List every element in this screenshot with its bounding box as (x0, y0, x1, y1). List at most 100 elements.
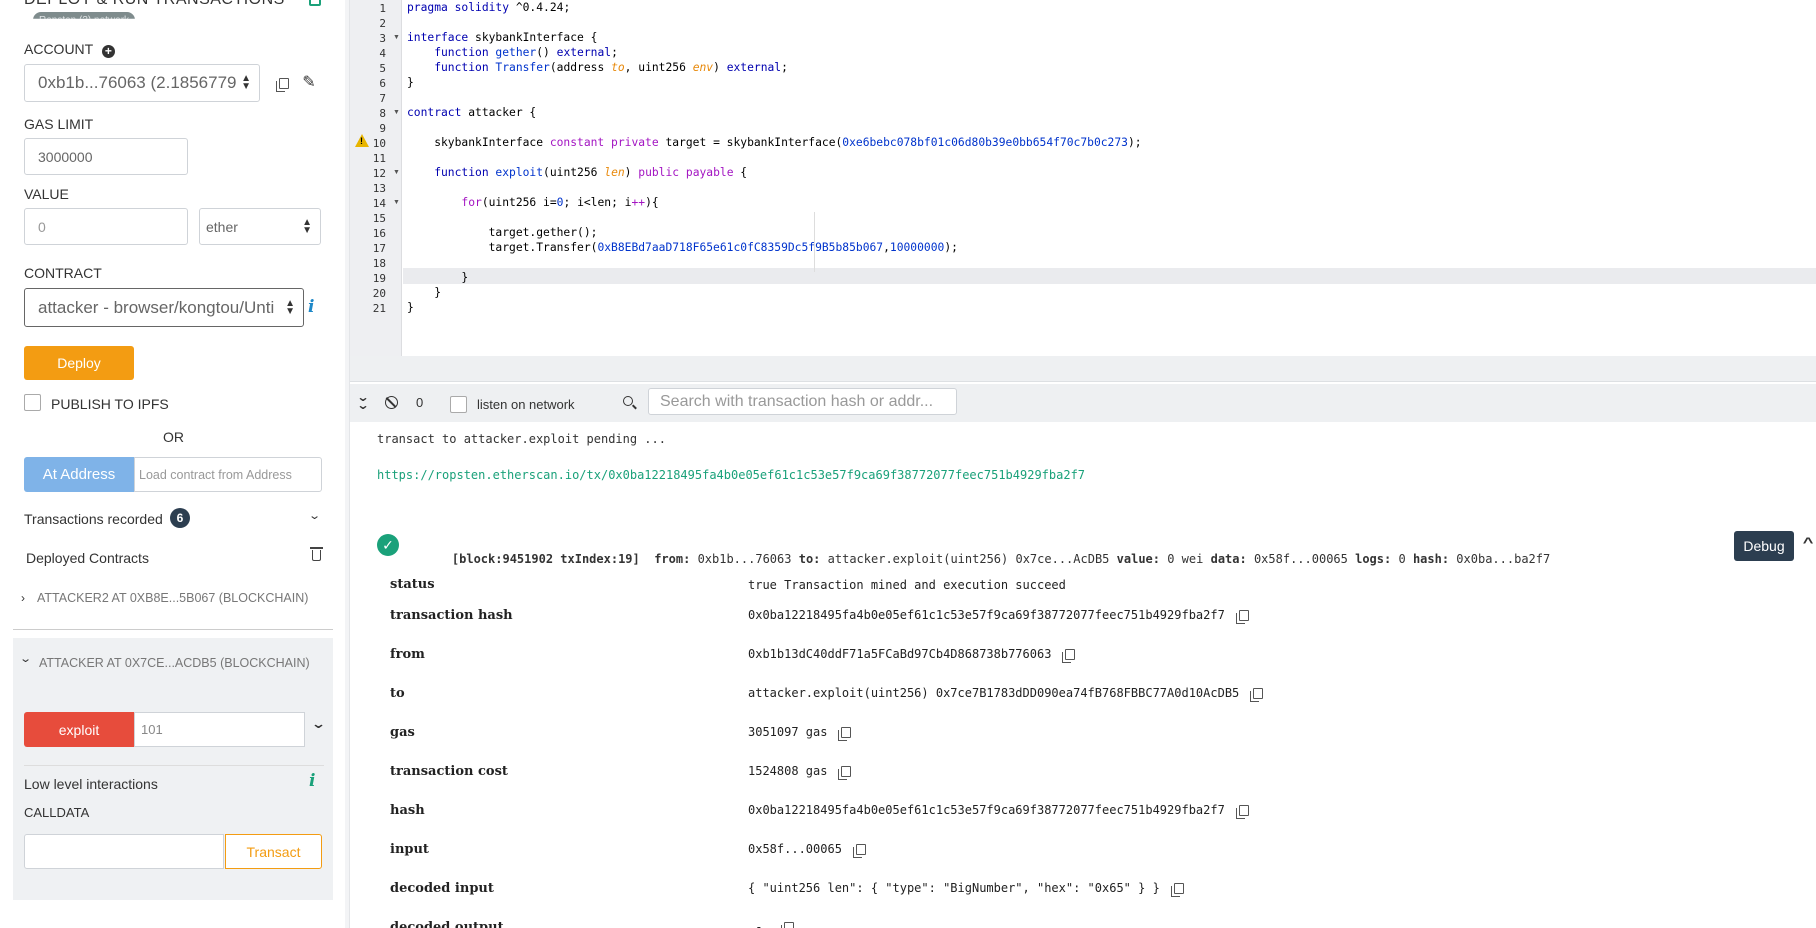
fold-arrow-icon[interactable]: ▼ (393, 34, 400, 41)
contract-select[interactable]: attacker - browser/kongtou/Unti ▲ ▼ (24, 288, 304, 327)
deploy-button[interactable]: Deploy (24, 346, 134, 380)
line-number: 8 (379, 107, 386, 120)
active-line-highlight (403, 268, 1816, 284)
chevron-right-icon[interactable]: › (21, 591, 25, 605)
chevron-down-icon[interactable]: ⌄ (308, 509, 321, 522)
line-number: 20 (372, 287, 386, 300)
low-level-info-icon[interactable]: i (309, 771, 315, 791)
code-line: interface skybankInterface { (407, 31, 598, 44)
deployed-contracts-label: Deployed Contracts (26, 550, 149, 566)
etherscan-link[interactable]: https://ropsten.etherscan.io/tx/0x0ba122… (377, 468, 1085, 482)
publish-ipfs-label: PUBLISH TO IPFS (51, 396, 169, 412)
success-check-icon: ✓ (377, 534, 399, 556)
copy-account-icon[interactable] (273, 74, 291, 92)
publish-ipfs-checkbox[interactable] (24, 394, 41, 411)
line-number: 21 (372, 302, 386, 315)
warning-icon[interactable]: ! (355, 134, 369, 147)
line-number: 6 (379, 77, 386, 90)
copy-icon[interactable] (780, 922, 794, 928)
detail-key: decoded output (390, 920, 504, 928)
trash-icon[interactable] (310, 547, 323, 561)
detail-value: true Transaction mined and execution suc… (748, 578, 1066, 592)
value-input[interactable]: 0 (24, 208, 188, 245)
edit-account-icon[interactable]: ✎ (300, 73, 318, 91)
value-unit-select[interactable]: ether ▲ ▼ (199, 208, 321, 245)
detail-key: decoded input (390, 881, 494, 896)
line-number: 7 (379, 92, 386, 105)
code-line: contract attacker { (407, 106, 537, 119)
line-number: 18 (372, 257, 386, 270)
copy-icon[interactable] (1235, 805, 1249, 819)
instance-attacker2[interactable]: ATTACKER2 AT 0XB8E...5B067 (BLOCKCHAIN) (37, 591, 308, 605)
account-select[interactable]: 0xb1b...76063 (2.1856779 ▲ ▼ (24, 64, 260, 102)
line-number: 2 (379, 17, 386, 30)
code-editor[interactable]: 1 2 3 4 5 6 7 8 9 10 11 12 13 14 15 16 1… (350, 0, 1816, 356)
top-right-icon[interactable] (309, 0, 321, 6)
indent-guide (814, 212, 815, 272)
transactions-recorded-label[interactable]: Transactions recorded (24, 511, 163, 527)
detail-value: - (748, 920, 794, 928)
line-number: 3 (379, 32, 386, 45)
search-icon[interactable] (623, 396, 637, 410)
detail-value: 0x0ba12218495fa4b0e05ef61c1c53e57f9ca69f… (748, 803, 1249, 819)
contract-info-icon[interactable]: i (308, 297, 314, 317)
editor-footer (350, 356, 1816, 382)
pending-tx-count: 0 (416, 395, 424, 410)
at-address-button[interactable]: At Address (24, 457, 134, 492)
calldata-label: CALLDATA (24, 805, 90, 820)
copy-icon[interactable] (838, 727, 852, 741)
chevron-up-icon[interactable]: ^ (1803, 534, 1814, 550)
calldata-input[interactable] (24, 834, 224, 869)
copy-icon[interactable] (1250, 688, 1264, 702)
low-level-separator (24, 765, 324, 766)
line-number: 1 (379, 2, 386, 15)
editor-gutter: 1 2 3 4 5 6 7 8 9 10 11 12 13 14 15 16 1… (350, 0, 402, 356)
line-number: 17 (372, 242, 386, 255)
code-line: } (407, 286, 442, 299)
add-account-icon[interactable]: + (101, 45, 115, 58)
debug-button[interactable]: Debug (1734, 531, 1794, 561)
gas-limit-input[interactable]: 3000000 (24, 138, 188, 175)
clear-console-icon[interactable] (385, 396, 398, 409)
pending-message: transact to attacker.exploit pending ... (377, 432, 666, 446)
exploit-button[interactable]: exploit (24, 712, 134, 747)
collapse-terminal-icon[interactable]: ⌄ ⌄ (356, 391, 369, 411)
fold-arrow-icon[interactable]: ▼ (393, 109, 400, 116)
tx-summary[interactable]: [block:9451902 txIndex:19] from: 0xb1b..… (423, 538, 1550, 580)
instance-attacker-title[interactable]: ATTACKER AT 0X7CE...ACDB5 (BLOCKCHAIN) (39, 656, 310, 670)
copy-icon[interactable] (838, 766, 852, 780)
load-contract-address-input[interactable]: Load contract from Address (134, 457, 322, 492)
fold-arrow-icon[interactable]: ▼ (393, 199, 400, 206)
transact-button[interactable]: Transact (225, 834, 322, 869)
detail-key: to (390, 686, 405, 701)
code-line: function Transfer(address to, uint256 en… (407, 61, 788, 74)
code-line: function gether() external; (407, 46, 618, 59)
listen-network-label: listen on network (477, 397, 575, 412)
copy-icon[interactable] (1062, 649, 1076, 663)
fold-arrow-icon[interactable]: ▼ (393, 169, 400, 176)
line-number: 14 (372, 197, 386, 210)
listen-network-checkbox[interactable] (450, 396, 467, 413)
instance-attacker-panel: ⌄ ATTACKER AT 0X7CE...ACDB5 (BLOCKCHAIN)… (13, 638, 333, 900)
account-label: ACCOUNT + (24, 41, 115, 58)
instance-separator (13, 629, 333, 630)
detail-value: { "uint256 len": { "type": "BigNumber", … (748, 881, 1184, 897)
detail-value: 0xb1b13dC40ddF71a5FCaBd97Cb4D868738b7760… (748, 647, 1076, 663)
copy-icon[interactable] (1235, 610, 1249, 624)
chevron-down-icon[interactable]: ⌄ (19, 652, 32, 665)
code-line: target.gether(); (407, 226, 598, 239)
gas-limit-label: GAS LIMIT (24, 116, 94, 132)
exploit-len-input[interactable]: 101 (134, 712, 305, 747)
detail-value: 1524808 gas (748, 764, 852, 780)
select-caret-icon: ▲ ▼ (241, 73, 251, 92)
copy-icon[interactable] (852, 844, 866, 858)
detail-key: transaction cost (390, 764, 508, 779)
code-line: skybankInterface constant private target… (407, 136, 1142, 149)
detail-value: 3051097 gas (748, 725, 852, 741)
copy-icon[interactable] (1170, 883, 1184, 897)
line-number: 5 (379, 62, 386, 75)
terminal-search-input[interactable]: Search with transaction hash or addr... (648, 388, 957, 415)
low-level-label: Low level interactions (24, 776, 158, 792)
chevron-down-icon[interactable]: ⌄ (311, 716, 326, 732)
code-line: } (407, 301, 414, 314)
